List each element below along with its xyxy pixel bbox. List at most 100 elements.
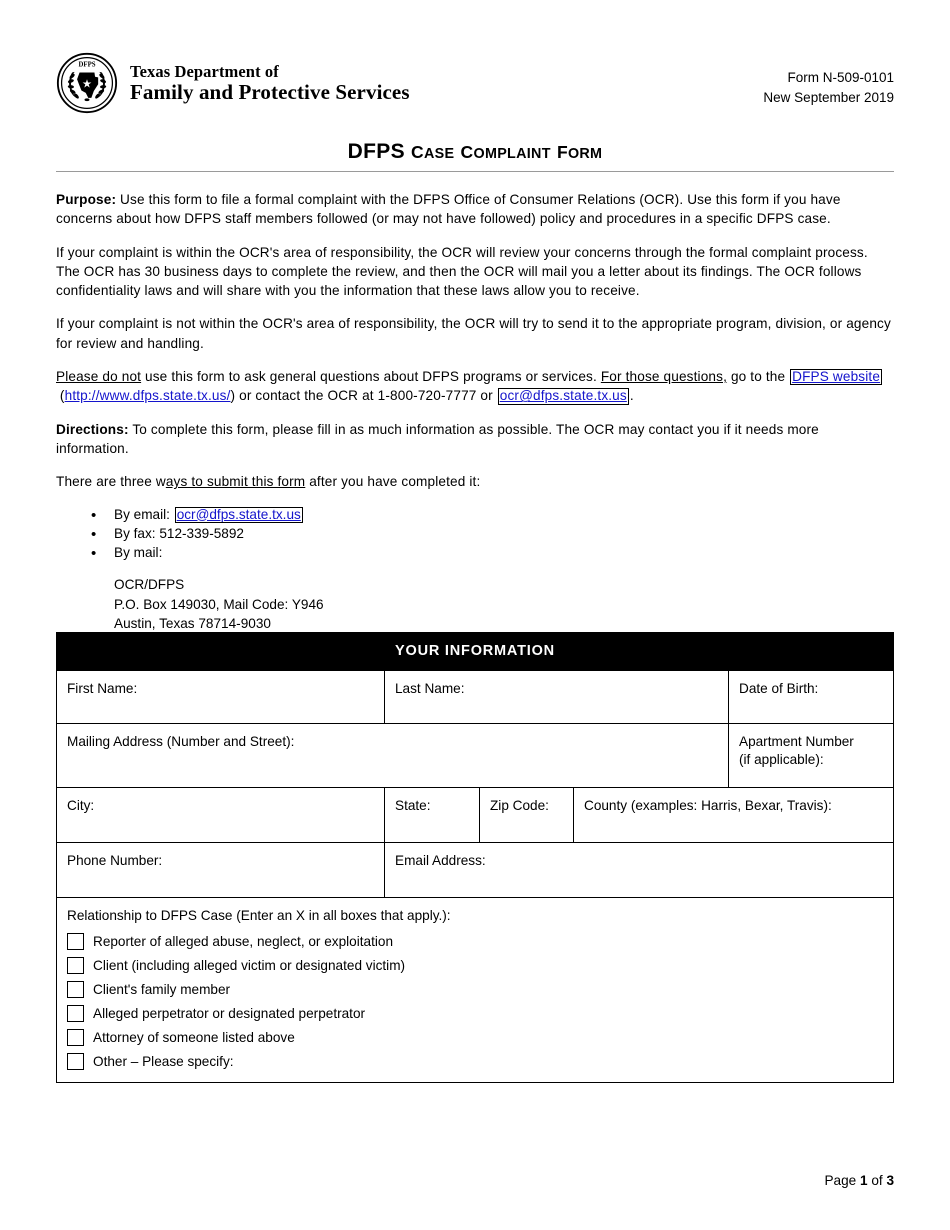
list-item-email: By email: ocr@dfps.state.tx.us <box>56 505 894 526</box>
document-page: DFPS Texas Department of Family and Prot… <box>0 0 950 1230</box>
for-those-questions-text: For those questions, <box>600 369 728 385</box>
checkbox-label-other: Other – Please specify: <box>93 1054 234 1070</box>
mailing-address-field[interactable]: Mailing Address (Number and Street): <box>57 724 728 787</box>
city-field[interactable]: City: <box>57 788 384 842</box>
title-divider <box>56 171 894 172</box>
please-do-not-text: Please do not <box>56 369 142 385</box>
footer-page-number: 1 <box>859 1173 868 1188</box>
within-responsibility-paragraph: If your complaint is within the OCR's ar… <box>56 244 868 299</box>
go-to-the-text: go to the <box>727 369 790 385</box>
checkbox-row-client[interactable]: Client (including alleged victim or desi… <box>67 957 883 975</box>
directions-label: Directions: <box>56 421 129 437</box>
checkbox-row-reporter[interactable]: Reporter of alleged abuse, neglect, or e… <box>67 933 883 951</box>
title-block: DFPS CASE COMPLAINT FORM <box>56 140 894 172</box>
list-item-mail: By mail: <box>56 543 894 565</box>
general-questions-paragraph: Please do not use this form to ask gener… <box>56 369 883 405</box>
three-ways-prefix: There are three w <box>56 474 166 490</box>
first-name-label: First Name: <box>67 681 138 696</box>
agency-name-line1: Texas Department of <box>130 61 279 81</box>
purpose-paragraph: Purpose: Use this form to file a formal … <box>56 190 894 229</box>
checkbox-row-other[interactable]: Other – Please specify: <box>67 1053 883 1071</box>
checkbox-row-perpetrator[interactable]: Alleged perpetrator or designated perpet… <box>67 1005 883 1023</box>
relationship-section: Relationship to DFPS Case (Enter an X in… <box>57 897 893 1082</box>
checkbox-label-family-member: Client's family member <box>93 982 231 998</box>
title-part-complaint: COMPLAINT <box>460 142 551 162</box>
mail-address-line1: OCR/DFPS <box>114 577 185 593</box>
dfps-website-url-link[interactable]: http://www.dfps.state.tx.us/ <box>65 388 231 403</box>
mail-address-line2: P.O. Box 149030, Mail Code: Y946 <box>114 596 324 612</box>
svg-text:DFPS: DFPS <box>78 61 95 68</box>
checkbox-row-attorney[interactable]: Attorney of someone listed above <box>67 1029 883 1047</box>
phone-number-field[interactable]: Phone Number: <box>57 843 384 897</box>
document-body: Purpose: Use this form to file a formal … <box>56 190 894 681</box>
county-label: County (examples: Harris, Bexar, Travis)… <box>584 798 832 813</box>
form-number: Form N-509-0101 <box>787 70 894 85</box>
title-part-case: CASE <box>411 142 455 162</box>
agency-branding: DFPS Texas Department of Family and Prot… <box>56 52 410 114</box>
email-address-label: Email Address: <box>395 853 486 868</box>
table-row-phone-email: Phone Number: Email Address: <box>57 842 893 897</box>
page-footer: Page 1 of 3 <box>824 1173 894 1188</box>
city-label: City: <box>67 798 95 813</box>
form-revision-date: New September 2019 <box>763 89 894 105</box>
zip-code-field[interactable]: Zip Code: <box>479 788 573 842</box>
checkbox-family-member-icon[interactable] <box>67 981 84 999</box>
footer-total-pages: 3 <box>886 1173 894 1188</box>
checkbox-client-icon[interactable] <box>67 957 84 975</box>
title-part-dfps: DFPS <box>347 140 405 163</box>
apartment-number-field[interactable]: Apartment Number (if applicable): <box>728 724 893 787</box>
checkbox-perpetrator-icon[interactable] <box>67 1005 84 1023</box>
three-ways-suffix: after you have completed it: <box>305 474 481 490</box>
checkbox-other-icon[interactable] <box>67 1053 84 1071</box>
submit-methods-list: By email: ocr@dfps.state.tx.us By fax: 5… <box>56 505 894 565</box>
last-name-label: Last Name: <box>395 681 465 696</box>
page-title: DFPS CASE COMPLAINT FORM <box>56 140 894 164</box>
checkbox-label-perpetrator: Alleged perpetrator or designated perpet… <box>93 1006 366 1022</box>
dfps-seal-icon: DFPS <box>56 52 118 114</box>
checkbox-label-client: Client (including alleged victim or desi… <box>93 958 406 974</box>
form-metadata: Form N-509-0101 New September 2019 <box>763 68 894 107</box>
table-row-city-state-zip: City: State: Zip Code: County (examples:… <box>57 787 893 842</box>
ocr-email-link-1[interactable]: ocr@dfps.state.tx.us <box>500 388 627 403</box>
ocr-email-link-box-1[interactable]: ocr@dfps.state.tx.us <box>497 388 629 405</box>
submit-email-label: By email: <box>114 506 174 522</box>
your-information-table: YOUR INFORMATION First Name: Last Name: … <box>56 632 894 1084</box>
state-field[interactable]: State: <box>384 788 479 842</box>
list-item-fax: By fax: 512-339-5892 <box>56 524 894 546</box>
checkbox-reporter-icon[interactable] <box>67 933 84 951</box>
checkbox-label-reporter: Reporter of alleged abuse, neglect, or e… <box>93 934 394 950</box>
date-of-birth-label: Date of Birth: <box>739 681 819 696</box>
footer-of-word: of <box>871 1173 883 1188</box>
ocr-email-link-box-2[interactable]: ocr@dfps.state.tx.us <box>174 506 303 523</box>
agency-name-line2: Family and Protective Services <box>130 79 410 104</box>
page-header: DFPS Texas Department of Family and Prot… <box>56 52 894 120</box>
checkbox-row-family-member[interactable]: Client's family member <box>67 981 883 999</box>
county-field[interactable]: County (examples: Harris, Bexar, Travis)… <box>573 788 893 842</box>
table-section-title: YOUR INFORMATION <box>57 633 893 670</box>
purpose-text: Use this form to file a formal complaint… <box>56 192 841 227</box>
apartment-label-line2: (if applicable): <box>739 752 824 768</box>
table-row-address: Mailing Address (Number and Street): Apa… <box>57 723 893 787</box>
footer-page-word: Page <box>824 1173 857 1188</box>
first-name-field[interactable]: First Name: <box>57 671 384 723</box>
general-questions-mid-text: use this form to ask general questions a… <box>141 369 601 385</box>
checkbox-attorney-icon[interactable] <box>67 1029 84 1047</box>
directions-text: To complete this form, please fill in as… <box>56 421 819 456</box>
not-within-responsibility-paragraph: If your complaint is not within the OCR'… <box>56 316 891 351</box>
agency-name: Texas Department of Family and Protectiv… <box>130 61 410 104</box>
dfps-website-link-box[interactable]: DFPS website <box>790 369 883 386</box>
apartment-label-line1: Apartment Number <box>739 734 854 749</box>
phone-number-label: Phone Number: <box>67 853 163 868</box>
purpose-label: Purpose: <box>56 192 117 207</box>
date-of-birth-field[interactable]: Date of Birth: <box>728 671 893 723</box>
contact-ocr-text: ) or contact the OCR at 1-800-720-7777 o… <box>230 388 497 404</box>
directions-paragraph: Directions: To complete this form, pleas… <box>56 420 894 459</box>
email-address-field[interactable]: Email Address: <box>384 843 893 897</box>
title-part-form: FORM <box>556 142 603 162</box>
state-label: State: <box>395 798 431 813</box>
mail-address-line3: Austin, Texas 78714-9030 <box>114 616 271 632</box>
last-name-field[interactable]: Last Name: <box>384 671 728 723</box>
ocr-email-link-2[interactable]: ocr@dfps.state.tx.us <box>177 507 301 522</box>
dfps-website-link[interactable]: DFPS website <box>792 369 880 384</box>
three-ways-paragraph: There are three ways to submit this form… <box>56 472 894 491</box>
